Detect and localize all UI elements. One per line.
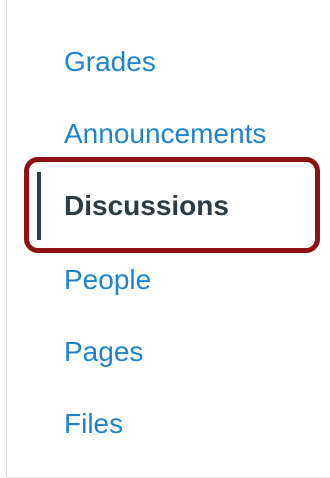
nav-item-announcements[interactable]: Announcements bbox=[64, 116, 266, 152]
nav-item-grades[interactable]: Grades bbox=[64, 44, 156, 80]
nav-item-pages[interactable]: Pages bbox=[64, 334, 143, 370]
nav-item-people[interactable]: People bbox=[64, 262, 151, 298]
nav-item-files[interactable]: Files bbox=[64, 406, 123, 442]
highlight-outline bbox=[24, 157, 320, 253]
course-navigation-panel: Grades Announcements Discussions People … bbox=[0, 0, 330, 478]
